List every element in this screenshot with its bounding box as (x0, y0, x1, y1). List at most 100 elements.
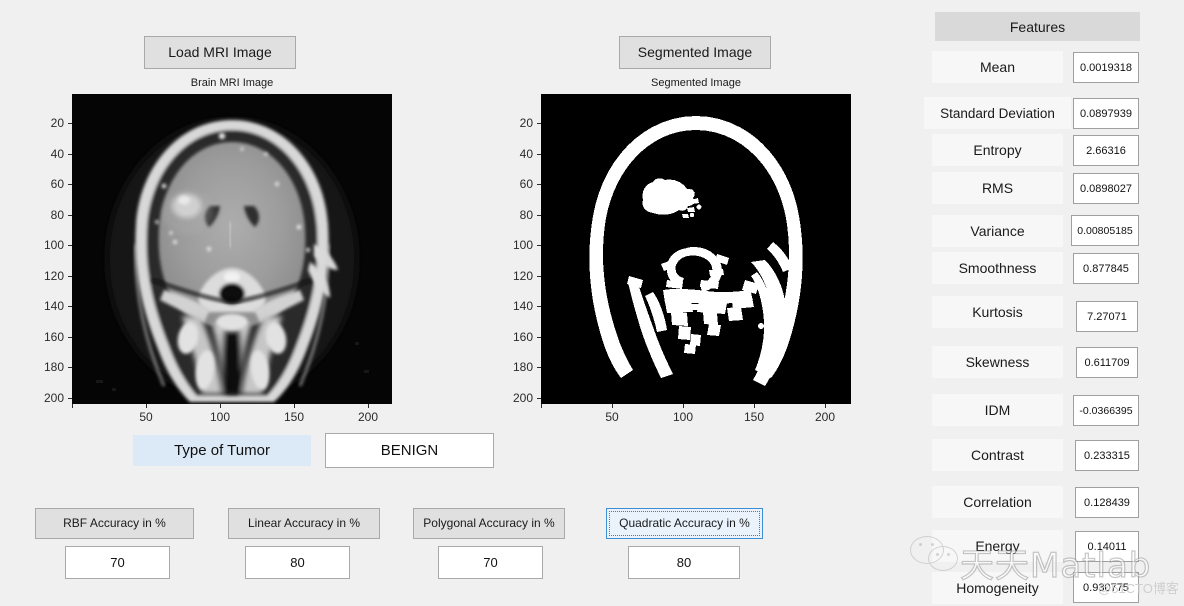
y-tick-label: 100 (43, 238, 64, 252)
rbf-accuracy-label: RBF Accuracy in % (63, 515, 166, 530)
axis-tick (146, 404, 147, 408)
x-tick-label: 150 (743, 410, 765, 424)
y-tick-label: 140 (512, 299, 533, 313)
quadratic-accuracy-button[interactable]: Quadratic Accuracy in % (606, 508, 763, 539)
y-tick-label: 80 (50, 208, 64, 222)
matlab-gui-window: Load MRI Image Brain MRI Image 50 100 15… (0, 0, 1184, 606)
feature-label-mean: Mean (932, 51, 1063, 83)
axis-tick (68, 245, 72, 246)
axis-tick (68, 154, 72, 155)
feature-value-contrast[interactable]: 0.233315 (1075, 440, 1139, 471)
axis-tick (537, 367, 541, 368)
load-mri-image-button[interactable]: Load MRI Image (144, 36, 296, 69)
feature-value-rms[interactable]: 0.0898027 (1073, 173, 1139, 204)
y-tick-label: 20 (519, 116, 533, 130)
axis-tick (68, 215, 72, 216)
x-tick-label: 200 (357, 410, 379, 424)
quadratic-accuracy-focus-ring: Quadratic Accuracy in % (609, 511, 760, 536)
y-tick-label: 60 (50, 177, 64, 191)
segmented-image-button[interactable]: Segmented Image (619, 36, 771, 69)
linear-accuracy-label: Linear Accuracy in % (247, 515, 361, 530)
type-of-tumor-value[interactable]: BENIGN (325, 433, 494, 468)
feature-label-correlation: Correlation (932, 486, 1063, 518)
linear-accuracy-value-text: 80 (290, 555, 305, 570)
axis-tick (537, 306, 541, 307)
axis-tick (683, 404, 684, 408)
segmented-image-axes: Segmented Image 50 100 150 200 20 40 60 … (513, 77, 851, 424)
features-panel-header: Features (935, 12, 1140, 41)
y-tick-label: 80 (519, 208, 533, 222)
polygonal-accuracy-value[interactable]: 70 (438, 546, 543, 579)
x-tick-label: 200 (814, 410, 836, 424)
brain-mri-axes-title: Brain MRI Image (190, 77, 274, 89)
segmented-image (541, 94, 851, 404)
axis-tick (541, 404, 542, 408)
y-tick-label: 200 (512, 391, 533, 405)
load-mri-image-label: Load MRI Image (168, 43, 272, 60)
y-tick-label: 200 (43, 391, 64, 405)
y-tick-label: 140 (43, 299, 64, 313)
feature-value-correlation[interactable]: 0.128439 (1075, 487, 1139, 518)
axis-tick (537, 337, 541, 338)
axis-tick (68, 123, 72, 124)
feature-value-homogeneity[interactable]: 0.930775 (1073, 572, 1139, 603)
y-tick-label: 160 (43, 330, 64, 344)
axis-tick (754, 404, 755, 408)
rbf-accuracy-button[interactable]: RBF Accuracy in % (35, 508, 194, 539)
type-of-tumor-value-text: BENIGN (380, 442, 439, 459)
feature-value-skewness[interactable]: 0.611709 (1076, 347, 1138, 378)
feature-value-smoothness[interactable]: 0.877845 (1073, 253, 1139, 284)
feature-label-energy: Energy (932, 530, 1063, 562)
polygonal-accuracy-button[interactable]: Polygonal Accuracy in % (413, 508, 565, 539)
quadratic-accuracy-label: Quadratic Accuracy in % (619, 515, 750, 530)
y-tick-label: 100 (512, 238, 533, 252)
y-tick-label: 120 (43, 269, 64, 283)
axis-tick (537, 245, 541, 246)
axis-tick (368, 404, 369, 408)
x-tick-label: 100 (209, 410, 231, 424)
segmented-image-axes-title: Segmented Image (651, 77, 741, 89)
linear-accuracy-value[interactable]: 80 (245, 546, 350, 579)
feature-label-rms: RMS (932, 172, 1063, 204)
quadratic-accuracy-value[interactable]: 80 (628, 546, 740, 579)
feature-value-entropy[interactable]: 2.66316 (1073, 135, 1139, 166)
y-tick-label: 180 (512, 360, 533, 374)
x-tick-label: 150 (283, 410, 305, 424)
rbf-accuracy-value[interactable]: 70 (65, 546, 170, 579)
feature-value-mean[interactable]: 0.0019318 (1073, 52, 1139, 83)
axis-tick (537, 154, 541, 155)
feature-value-idm[interactable]: -0.0366395 (1073, 395, 1139, 426)
feature-label-idm: IDM (932, 394, 1063, 426)
y-tick-label: 160 (512, 330, 533, 344)
feature-label-homogeneity: Homogeneity (932, 572, 1063, 604)
axis-tick (220, 404, 221, 408)
axis-tick (68, 276, 72, 277)
axis-tick (72, 404, 73, 408)
type-of-tumor-label: Type of Tumor (133, 435, 311, 466)
brain-mri-svg (72, 94, 392, 404)
brain-mri-image (72, 94, 392, 404)
axis-tick (68, 367, 72, 368)
feature-value-standard-deviation[interactable]: 0.0897939 (1073, 98, 1139, 129)
y-tick-label: 40 (519, 147, 533, 161)
axis-tick (68, 337, 72, 338)
x-tick-label: 50 (139, 410, 153, 424)
feature-label-contrast: Contrast (932, 439, 1063, 471)
feature-value-kurtosis[interactable]: 7.27071 (1076, 301, 1138, 332)
linear-accuracy-button[interactable]: Linear Accuracy in % (228, 508, 380, 539)
x-tick-label: 50 (605, 410, 619, 424)
rbf-accuracy-value-text: 70 (110, 555, 125, 570)
y-tick-label: 180 (43, 360, 64, 374)
axis-tick (612, 404, 613, 408)
brain-mri-axes: Brain MRI Image 50 100 150 200 20 40 60 … (44, 77, 392, 424)
axis-tick (537, 123, 541, 124)
feature-label-skewness: Skewness (932, 346, 1063, 378)
axis-tick (68, 306, 72, 307)
feature-label-variance: Variance (932, 215, 1063, 247)
segmented-image-svg (541, 94, 851, 404)
feature-value-energy[interactable]: 0.14011 (1075, 531, 1139, 562)
polygonal-accuracy-value-text: 70 (483, 555, 498, 570)
y-tick-label: 60 (519, 177, 533, 191)
feature-value-variance[interactable]: 0.00805185 (1071, 215, 1139, 246)
axis-tick (294, 404, 295, 408)
